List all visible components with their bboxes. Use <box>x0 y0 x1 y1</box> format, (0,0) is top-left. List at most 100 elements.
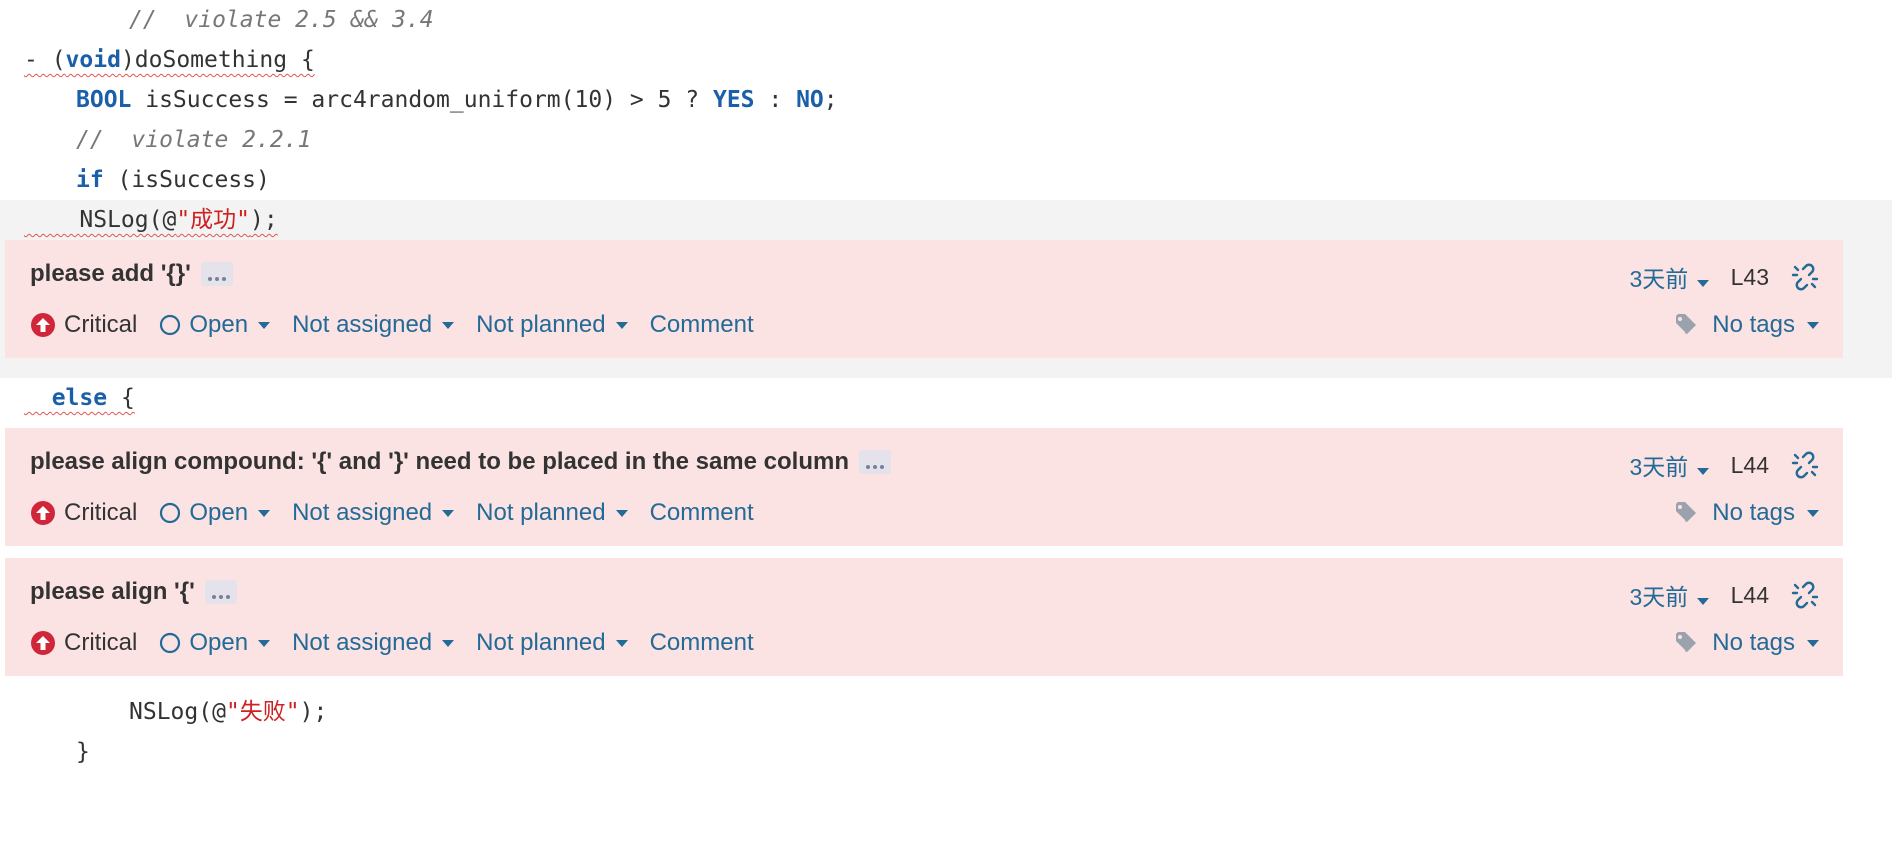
more-options-button[interactable] <box>858 448 891 476</box>
comment-link[interactable]: Comment <box>650 629 754 657</box>
code-statement: if (isSuccess) <box>76 160 270 200</box>
code-token: : <box>754 87 797 113</box>
broken-link-icon[interactable] <box>1791 263 1819 291</box>
issue-wrapper: please align compound: '{' and '}' need … <box>0 428 1892 558</box>
code-token: ); <box>299 699 328 725</box>
issue-age: 3天前 <box>1629 584 1689 610</box>
issue-title[interactable]: please align compound: '{' and '}' need … <box>30 448 891 476</box>
issue-age-dropdown[interactable]: 3天前 <box>1629 260 1709 294</box>
issue-message[interactable]: please align '{' <box>30 578 195 606</box>
tags-dropdown[interactable]: No tags <box>1674 626 1819 660</box>
comment-text: Comment <box>649 629 754 656</box>
caret-down-icon <box>615 509 628 517</box>
tag-icon <box>1676 632 1697 652</box>
comment-link[interactable]: Comment <box>650 499 754 527</box>
code-token: ); <box>250 207 278 233</box>
code-token: NSLog(@ <box>79 207 177 233</box>
issue-card: please align compound: '{' and '}' need … <box>5 428 1843 546</box>
status-dropdown[interactable]: Open <box>159 499 271 527</box>
issue-message[interactable]: please align compound: '{' and '}' need … <box>30 448 849 476</box>
code-method-signature: - (void)doSomething { <box>24 40 315 80</box>
status-text: Open <box>189 311 249 338</box>
code-keyword: NO <box>796 87 824 113</box>
plan-dropdown[interactable]: Not planned <box>476 499 628 527</box>
issue-wrapper: please align '{' 3天前 L44 Critical Open N… <box>0 558 1892 692</box>
caret-down-icon <box>258 639 271 647</box>
code-line: // violate 2.2.1 <box>0 120 1892 160</box>
broken-link-icon[interactable] <box>1791 581 1819 609</box>
code-line-highlighted: NSLog(@"成功"); <box>0 200 1892 240</box>
caret-down-icon <box>1696 280 1709 287</box>
assignee-text: Not assigned <box>292 629 433 656</box>
code-token: NSLog(@ <box>129 699 226 725</box>
ellipsis-icon <box>210 578 231 606</box>
caret-down-icon <box>442 639 455 647</box>
issue-age: 3天前 <box>1629 266 1689 292</box>
assignee-dropdown[interactable]: Not assigned <box>292 311 455 339</box>
code-line: NSLog(@"失败"); <box>0 692 1892 732</box>
caret-down-icon <box>1807 639 1819 647</box>
code-comment: // violate 2.2.1 <box>76 127 312 153</box>
tags-dropdown[interactable]: No tags <box>1674 308 1819 342</box>
broken-link-icon[interactable] <box>1791 451 1819 479</box>
ellipsis-icon <box>206 260 227 288</box>
issue-title[interactable]: please add '{}' <box>30 260 233 288</box>
tag-icon <box>1676 314 1697 334</box>
issue-age-dropdown[interactable]: 3天前 <box>1629 448 1709 482</box>
code-closing-brace: } <box>76 739 90 765</box>
plan-text: Not planned <box>476 629 606 656</box>
severity-label: Critical <box>30 499 137 527</box>
tags-text: No tags <box>1712 629 1795 656</box>
issue-card: please align '{' 3天前 L44 Critical Open N… <box>5 558 1843 676</box>
issue-wrapper: please add '{}' 3天前 L43 Critical Open No… <box>0 240 1892 378</box>
issue-message[interactable]: please add '{}' <box>30 260 191 288</box>
code-line: } <box>0 732 1892 772</box>
code-token: ; <box>823 87 838 113</box>
code-keyword: else <box>51 385 108 411</box>
caret-down-icon <box>442 509 455 517</box>
code-line: BOOL isSuccess = arc4random_uniform(10) … <box>0 80 1892 120</box>
plan-dropdown[interactable]: Not planned <box>476 311 628 339</box>
issue-meta: 3天前 L44 <box>1629 448 1819 482</box>
code-comment: // violate 2.5 && 3.4 <box>129 7 434 33</box>
code-keyword: if <box>76 167 104 193</box>
caret-down-icon <box>615 639 628 647</box>
issue-line-ref: L44 <box>1730 451 1769 478</box>
code-viewer: // violate 2.5 && 3.4 - (void)doSomethin… <box>0 0 1892 832</box>
tags-dropdown[interactable]: No tags <box>1674 496 1819 530</box>
caret-down-icon <box>1807 509 1819 517</box>
comment-text: Comment <box>649 499 754 526</box>
severity-text: Critical <box>64 311 138 338</box>
code-keyword: void <box>65 47 121 73</box>
more-options-button[interactable] <box>204 578 237 606</box>
code-keyword: YES <box>712 87 755 113</box>
caret-down-icon <box>1696 468 1709 475</box>
caret-down-icon <box>1696 598 1709 605</box>
caret-down-icon <box>442 321 455 329</box>
issue-age-dropdown[interactable]: 3天前 <box>1629 578 1709 612</box>
code-statement: BOOL isSuccess = arc4random_uniform(10) … <box>76 80 838 120</box>
severity-label: Critical <box>30 311 137 339</box>
issue-title[interactable]: please align '{' <box>30 578 237 606</box>
caret-down-icon <box>1807 321 1819 329</box>
code-string: "成功" <box>176 207 251 233</box>
ellipsis-icon <box>864 448 885 476</box>
code-token: (isSuccess) <box>103 167 270 193</box>
assignee-dropdown[interactable]: Not assigned <box>292 629 455 657</box>
assignee-text: Not assigned <box>292 311 433 338</box>
code-statement: NSLog(@"成功"); <box>24 200 278 240</box>
plan-text: Not planned <box>476 499 606 526</box>
comment-link[interactable]: Comment <box>650 311 754 339</box>
issue-actions: Critical Open Not assigned Not planned C… <box>30 496 754 530</box>
code-token: )doSomething { <box>120 47 315 73</box>
plan-text: Not planned <box>476 311 606 338</box>
assignee-dropdown[interactable]: Not assigned <box>292 499 455 527</box>
status-dropdown[interactable]: Open <box>159 311 271 339</box>
plan-dropdown[interactable]: Not planned <box>476 629 628 657</box>
issue-actions: Critical Open Not assigned Not planned C… <box>30 308 754 342</box>
code-statement: else { <box>24 378 135 418</box>
code-token: - ( <box>24 47 66 73</box>
status-dropdown[interactable]: Open <box>159 629 271 657</box>
code-token: isSuccess = arc4random_uniform(10) > 5 ? <box>131 87 713 113</box>
more-options-button[interactable] <box>200 260 233 288</box>
